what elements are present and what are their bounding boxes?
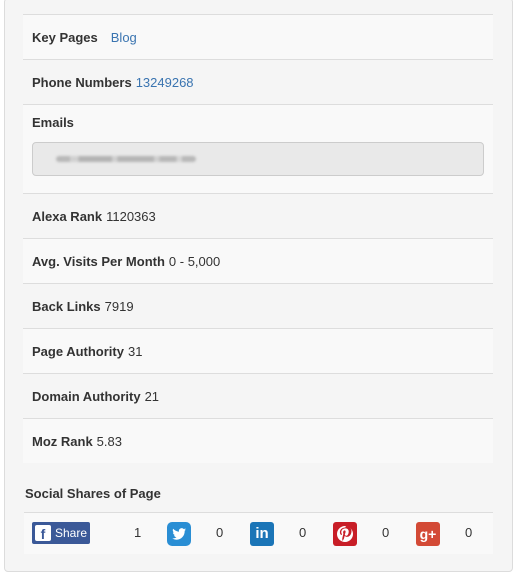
linkedin-share-count: 0 xyxy=(299,525,307,540)
google-plus-icon[interactable]: g+ xyxy=(416,522,440,546)
alexa-rank-label: Alexa Rank xyxy=(32,208,103,224)
row-page-authority: Page Authority 31 xyxy=(23,328,493,373)
pinterest-share-count: 0 xyxy=(382,525,390,540)
pinterest-icon[interactable] xyxy=(333,522,357,546)
page-authority-label: Page Authority xyxy=(32,343,124,359)
row-alexa-rank: Alexa Rank 1120363 xyxy=(23,193,493,238)
row-avg-visits: Avg. Visits Per Month 0 - 5,000 xyxy=(23,238,493,283)
back-links-value: 7919 xyxy=(104,298,134,314)
emails-label: Emails xyxy=(32,115,74,130)
domain-authority-value: 21 xyxy=(144,388,160,404)
back-links-label: Back Links xyxy=(32,298,101,314)
phone-numbers-label: Phone Numbers xyxy=(32,74,132,90)
blurred-email-value xyxy=(56,156,196,162)
moz-rank-label: Moz Rank xyxy=(32,433,93,449)
google-plus-share-count: 0 xyxy=(465,525,473,540)
email-field[interactable] xyxy=(32,142,484,176)
row-phone-numbers: Phone Numbers 13249268 xyxy=(23,59,493,104)
twitter-share-count: 0 xyxy=(216,525,224,540)
linkedin-icon[interactable]: in xyxy=(250,522,274,546)
row-key-pages: Key Pages Blog xyxy=(23,14,493,59)
blog-link[interactable]: Blog xyxy=(111,30,137,45)
site-info-table: Key Pages Blog Phone Numbers 13249268 Em… xyxy=(23,14,493,463)
twitter-icon[interactable] xyxy=(167,522,191,546)
avg-visits-label: Avg. Visits Per Month xyxy=(32,253,165,269)
facebook-share-label: Share xyxy=(55,526,88,540)
alexa-rank-value: 1120363 xyxy=(106,208,156,224)
social-shares-title: Social Shares of Page xyxy=(25,486,161,501)
phone-number-link[interactable]: 13249268 xyxy=(136,75,194,90)
facebook-share-count: 1 xyxy=(134,525,142,540)
facebook-share-button[interactable]: f Share xyxy=(32,522,90,544)
row-back-links: Back Links 7919 xyxy=(23,283,493,328)
facebook-icon: f xyxy=(35,525,51,541)
domain-authority-label: Domain Authority xyxy=(32,388,141,404)
row-domain-authority: Domain Authority 21 xyxy=(23,373,493,418)
social-shares-bar: f Share 1 0 in 0 0 g+ 0 xyxy=(24,512,493,554)
page-authority-value: 31 xyxy=(127,343,143,359)
row-emails: Emails xyxy=(23,104,493,193)
row-moz-rank: Moz Rank 5.83 xyxy=(23,418,493,463)
avg-visits-value: 0 - 5,000 xyxy=(168,253,221,269)
moz-rank-value: 5.83 xyxy=(96,433,122,449)
key-pages-label: Key Pages xyxy=(32,29,98,45)
